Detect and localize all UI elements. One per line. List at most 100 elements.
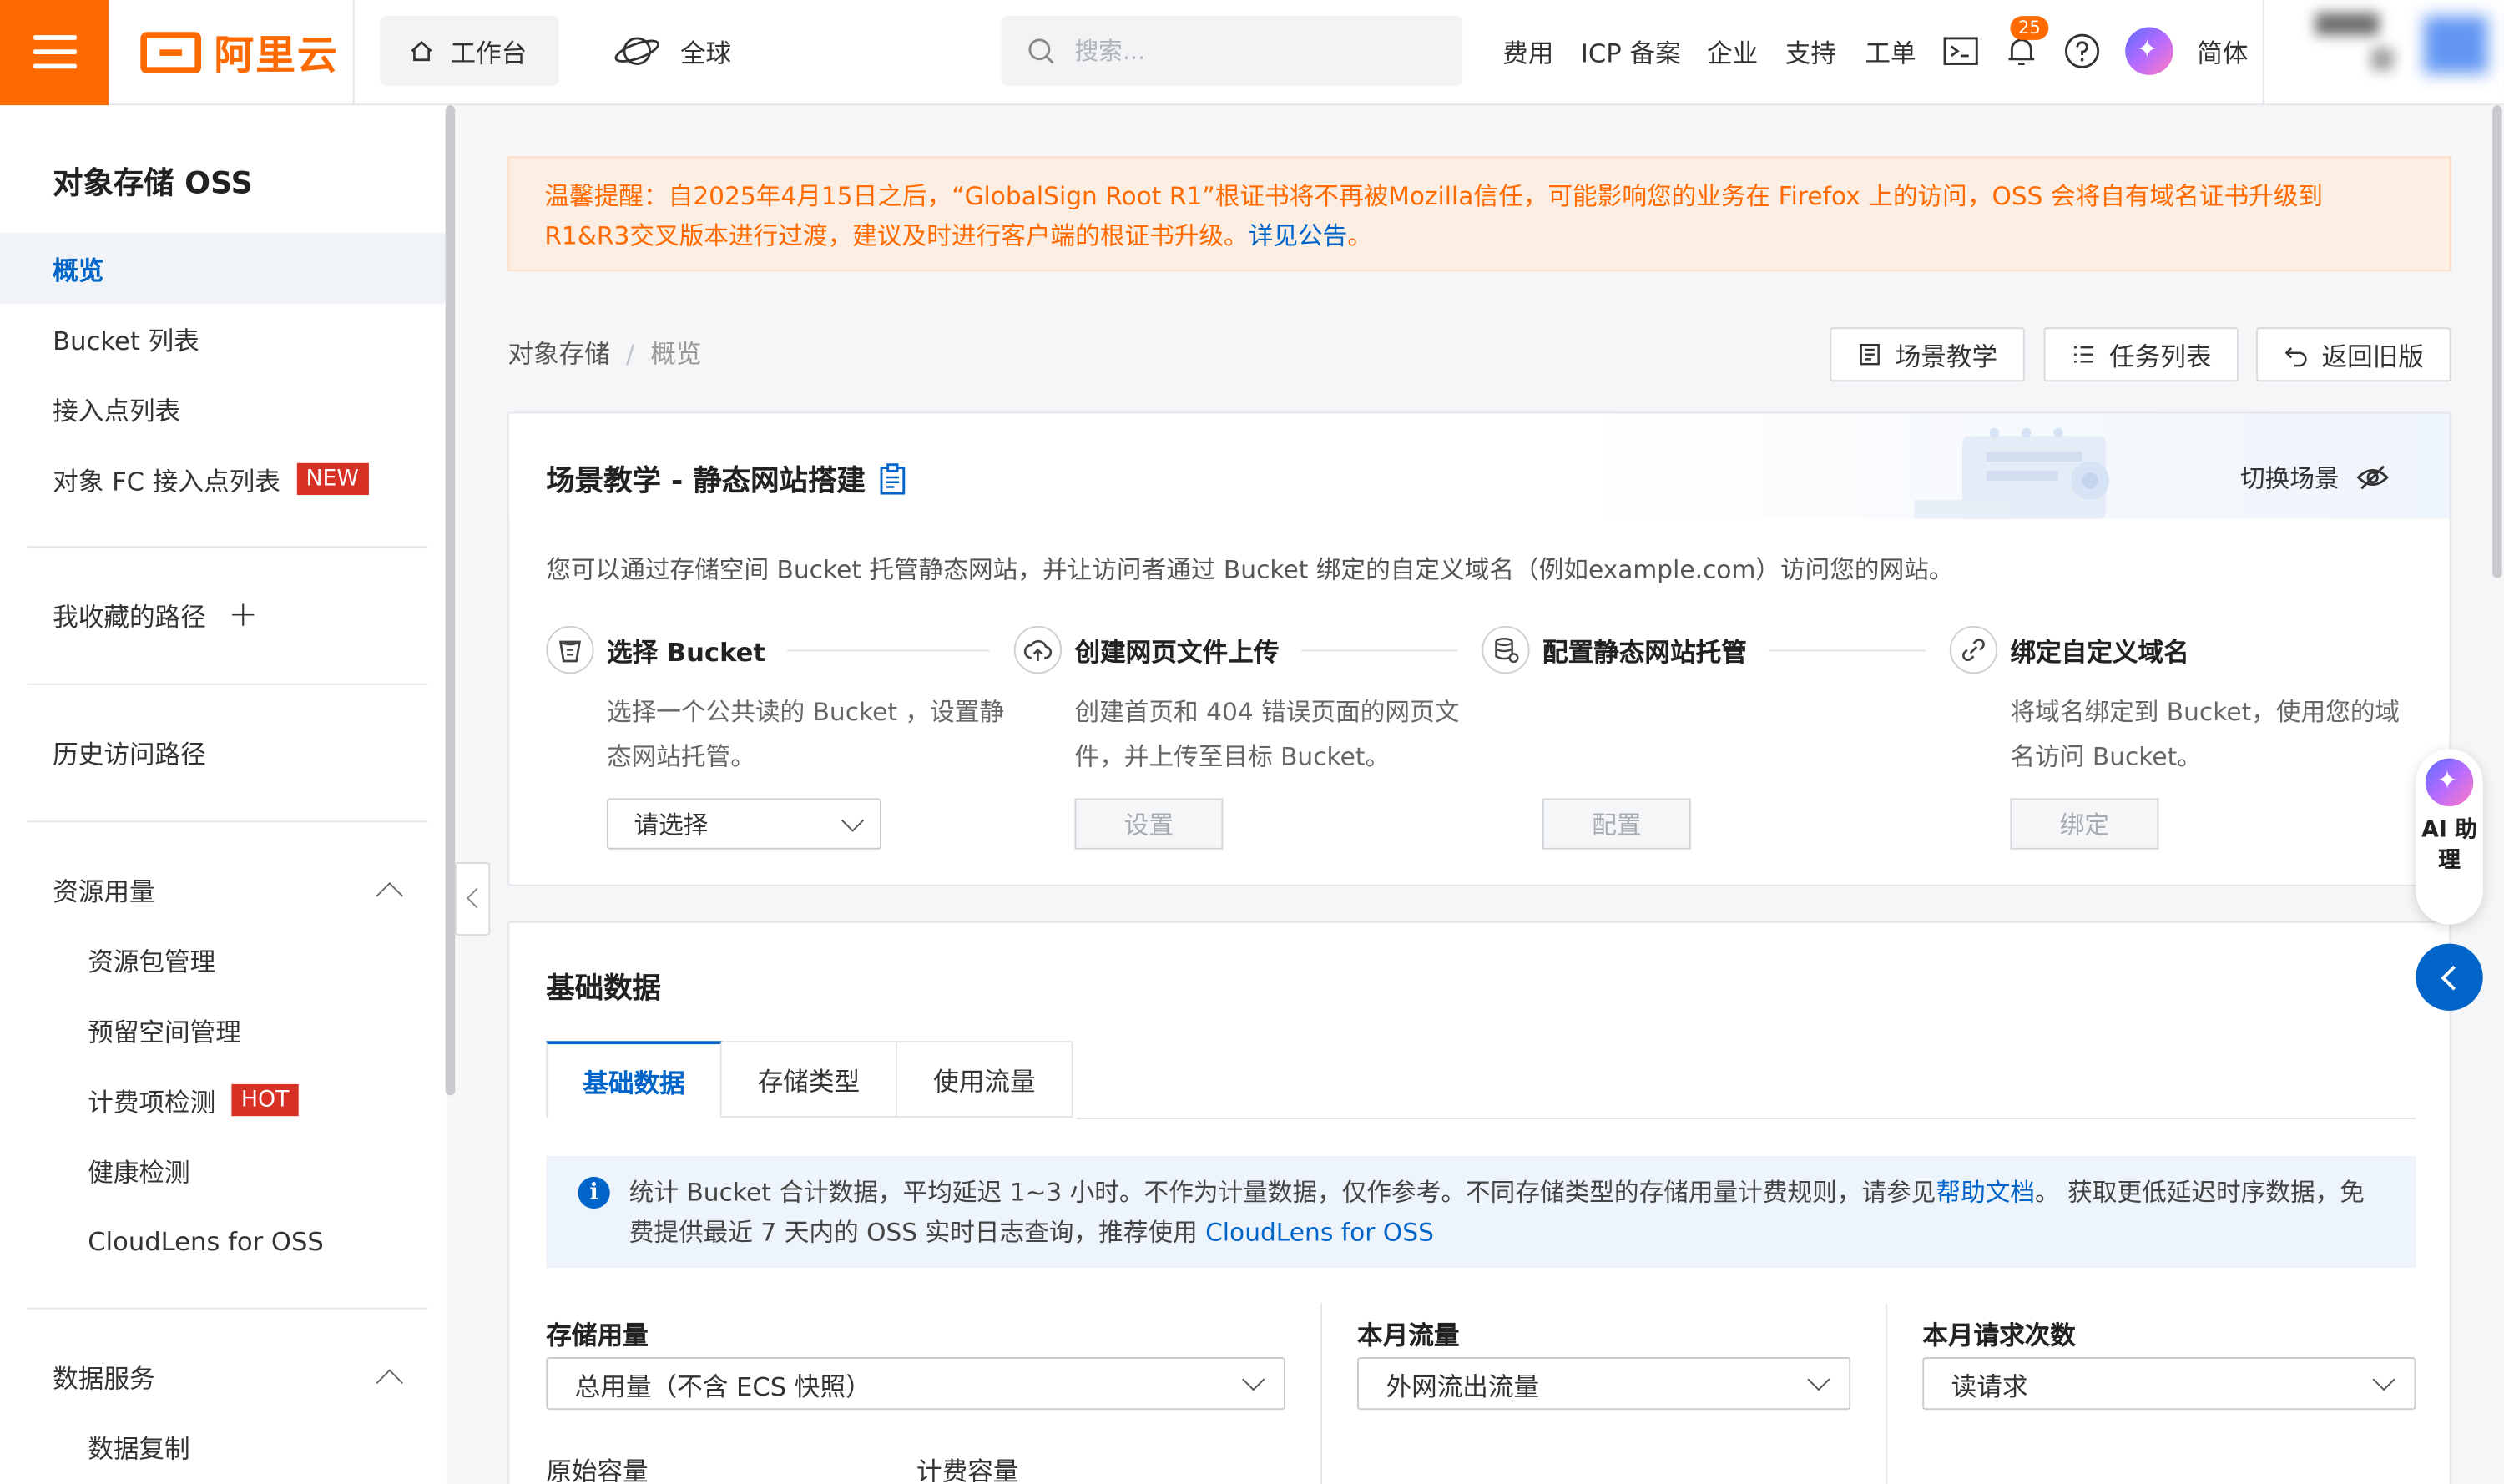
sidebar-item-health-check[interactable]: 健康检测 <box>0 1135 447 1205</box>
step-title: 创建网页文件上传 <box>1074 637 1280 668</box>
sidebar-title: 对象存储 OSS <box>53 165 253 202</box>
nav-fees[interactable]: 费用 <box>1502 32 1553 70</box>
sidebar-group-data-services[interactable]: 数据服务 <box>0 1341 447 1411</box>
switch-scenario-button[interactable]: 切换场景 <box>2240 460 2390 495</box>
monthly-traffic-select[interactable]: 外网流出流量 <box>1357 1357 1851 1411</box>
ai-assistant-icon[interactable] <box>2125 27 2173 75</box>
sidebar-item-favorites[interactable]: 我收藏的路径 + <box>0 579 447 649</box>
search-box[interactable] <box>1001 16 1463 87</box>
sidebar-item-label: 概览 <box>53 255 104 286</box>
account-name-blurred[interactable] <box>2315 13 2380 36</box>
divider <box>27 820 428 823</box>
tab-basic-data[interactable]: 基础数据 <box>546 1041 722 1118</box>
chevron-left-icon[interactable] <box>2416 943 2483 1011</box>
nav-enterprise[interactable]: 企业 <box>1707 32 1758 70</box>
sidebar-scrollbar[interactable] <box>445 105 456 1096</box>
notice-suffix: 。 <box>1347 221 1373 251</box>
bucket-select[interactable]: 请选择 <box>606 798 881 850</box>
storage-usage-select[interactable]: 总用量（不含 ECS 快照） <box>546 1357 1285 1411</box>
sidebar-item-cloudlens[interactable]: CloudLens for OSS <box>0 1205 447 1275</box>
sidebar-item-history[interactable]: 历史访问路径 <box>0 717 447 787</box>
cloudlens-link[interactable]: CloudLens for OSS <box>1205 1219 1434 1247</box>
tab-storage-type[interactable]: 存储类型 <box>721 1041 898 1118</box>
menu-icon[interactable] <box>0 0 109 106</box>
logo-mark-icon <box>140 32 202 73</box>
back-old-version-button[interactable]: 返回旧版 <box>2256 327 2451 382</box>
info-text: 统计 Bucket 合计数据，平均延迟 1~3 小时。不作为计量数据，仅作参考。… <box>629 1178 1936 1208</box>
step-upload-files: 创建网页文件上传 创建首页和 404 错误页面的网页文件，并上传至目标 Buck… <box>1013 625 1481 850</box>
sidebar-item-resource-packages[interactable]: 资源包管理 <box>0 925 447 995</box>
illustration-graphic <box>1914 427 2110 519</box>
breadcrumb-root[interactable]: 对象存储 <box>507 339 609 369</box>
sidebar-item-billing-check[interactable]: 计费项检测 HOT <box>0 1065 447 1135</box>
bucket-icon <box>546 625 594 674</box>
monthly-requests-label: 本月请求次数 <box>1922 1320 2076 1351</box>
step-title: 配置静态网站托管 <box>1542 637 1747 668</box>
workbench-button[interactable]: 工作台 <box>380 16 559 87</box>
home-icon <box>411 40 432 62</box>
sidebar-item-label: 健康检测 <box>88 1157 190 1189</box>
tutorial-button[interactable]: 场景教学 <box>1830 327 2025 382</box>
help-icon[interactable] <box>2063 32 2102 70</box>
search-input[interactable] <box>1074 36 1426 66</box>
task-list-button[interactable]: 任务列表 <box>2043 327 2239 382</box>
scenario-title-text: 场景教学 - 静态网站搭建 <box>546 464 866 498</box>
nav-support[interactable]: 支持 <box>1785 32 1836 70</box>
step-description: 将域名绑定到 Bucket，使用您的域名访问 Bucket。 <box>2010 697 2401 771</box>
ai-assistant-button[interactable]: AI 助理 <box>2416 749 2483 925</box>
sidebar-item-reserved-space[interactable]: 预留空间管理 <box>0 995 447 1065</box>
sidebar-group-label: 数据服务 <box>53 1363 155 1395</box>
monthly-requests-select[interactable]: 读请求 <box>1922 1357 2416 1411</box>
sidebar-collapse-button[interactable] <box>455 862 491 936</box>
step-description: 创建首页和 404 错误页面的网页文件，并上传至目标 Bucket。 <box>1074 697 1460 771</box>
notice-link[interactable]: 详见公告 <box>1249 222 1348 250</box>
chevron-up-icon <box>376 1369 404 1396</box>
configure-button[interactable]: 配置 <box>1542 798 1691 850</box>
workbench-label: 工作台 <box>450 38 528 69</box>
sidebar-item-bucket-list[interactable]: Bucket 列表 <box>0 303 447 373</box>
notice-text: 温馨提醒：自2025年4月15日之后，“GlobalSign Root R1”根… <box>544 182 2324 251</box>
bind-button[interactable]: 绑定 <box>2010 798 2159 850</box>
sidebar-group-resource-usage[interactable]: 资源用量 <box>0 854 447 924</box>
sidebar-item-data-replication[interactable]: 数据复制 <box>0 1411 447 1481</box>
basic-data-card: 基础数据 基础数据 存储类型 使用流量 i 统计 Bucket 合计数据，平均延… <box>507 921 2451 1484</box>
avatar[interactable] <box>2423 16 2488 73</box>
terminal-icon[interactable] <box>1941 32 1980 70</box>
scenario-card: 场景教学 - 静态网站搭建 切换场景 您可以通过存储空间 Bucket 托管静态… <box>507 411 2451 886</box>
ai-sparkle-icon <box>2425 758 2474 807</box>
search-icon <box>1028 38 1054 64</box>
chevron-down-icon <box>1807 1368 1830 1391</box>
step-description: 选择一个公共读的 Bucket ，设置静态网站托管。 <box>606 697 1005 771</box>
sidebar-item-overview[interactable]: 概览 <box>0 233 447 304</box>
region-selector[interactable]: 全球 <box>613 16 731 86</box>
chevron-down-icon <box>841 809 865 832</box>
help-doc-link[interactable]: 帮助文档 <box>1936 1179 2035 1207</box>
sidebar-item-label: 资源包管理 <box>88 946 216 977</box>
sidebar-item-label: 预留空间管理 <box>88 1017 241 1047</box>
divider <box>27 546 428 548</box>
database-settings-icon <box>1482 625 1530 674</box>
sidebar-item-fc-access-points[interactable]: 对象 FC 接入点列表 NEW <box>0 444 447 514</box>
book-icon <box>1860 343 1880 366</box>
chevron-up-icon <box>376 881 404 910</box>
step-connector <box>1301 649 1458 651</box>
sidebar-item-label: CloudLens for OSS <box>88 1225 324 1256</box>
language-switch[interactable]: 简体 <box>2197 32 2248 70</box>
nav-icp[interactable]: ICP 备案 <box>1581 32 1681 70</box>
logo-text: 阿里云 <box>214 32 339 78</box>
scenario-description: 您可以通过存储空间 Bucket 托管静态网站，并让访问者通过 Bucket 绑… <box>546 555 1954 585</box>
step-title: 选择 Bucket <box>606 637 766 668</box>
tab-traffic[interactable]: 使用流量 <box>897 1041 1073 1118</box>
aliyun-logo[interactable]: 阿里云 <box>140 28 338 78</box>
monthly-requests-value: 读请求 <box>1951 1370 2028 1401</box>
billing-capacity-label: 计费容量 <box>916 1456 1019 1484</box>
clipboard-icon[interactable] <box>878 463 906 495</box>
nav-tickets[interactable]: 工单 <box>1865 32 1916 70</box>
plus-icon[interactable]: + <box>229 595 258 635</box>
cloud-upload-icon <box>1013 625 1063 674</box>
sidebar-item-access-points[interactable]: 接入点列表 <box>0 374 447 444</box>
setup-button[interactable]: 设置 <box>1074 798 1224 850</box>
page-scrollbar[interactable] <box>2492 105 2502 578</box>
sidebar-item-label: 接入点列表 <box>53 396 181 427</box>
sidebar-item-label: Bucket 列表 <box>53 326 199 356</box>
